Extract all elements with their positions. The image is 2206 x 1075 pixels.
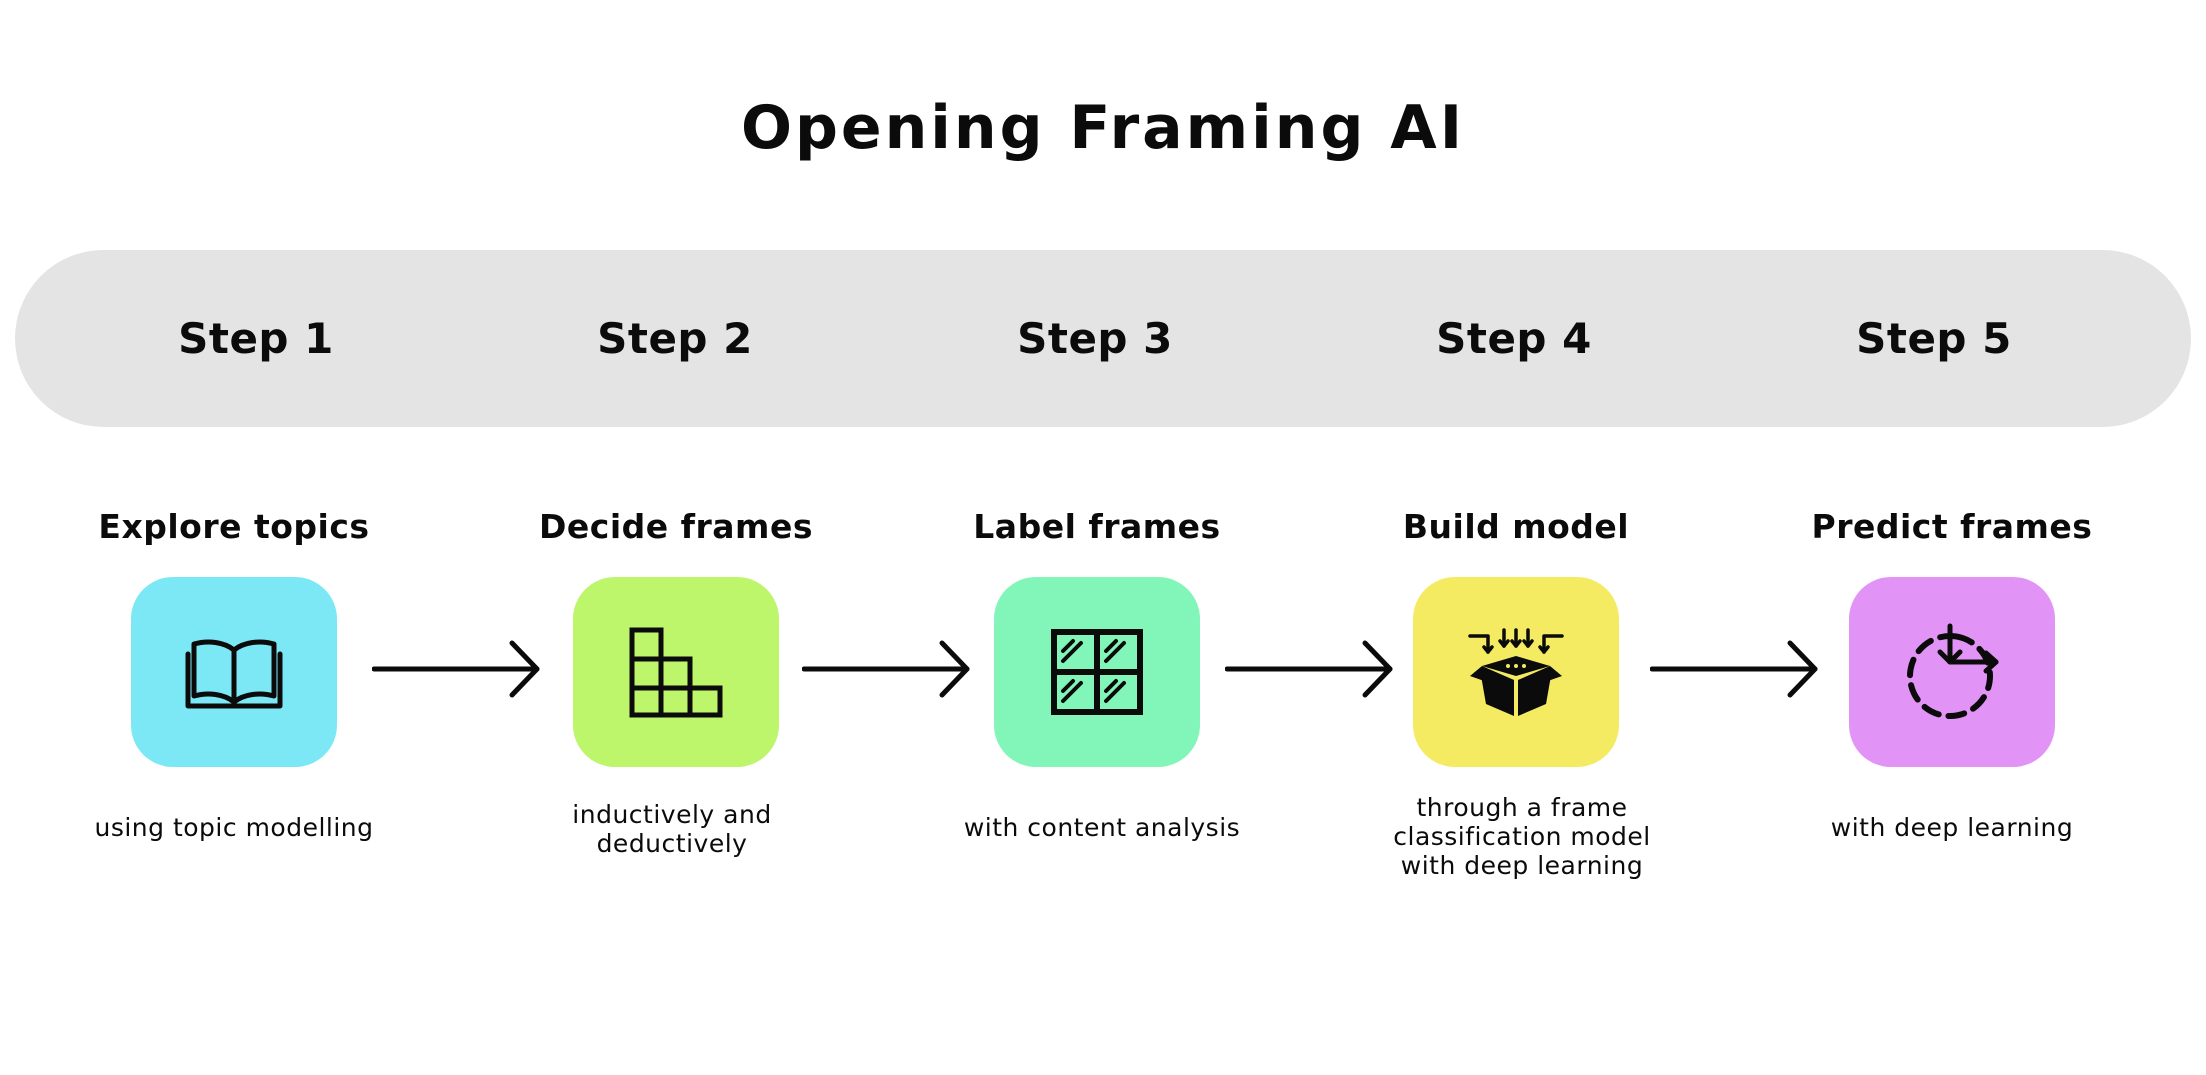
step-label-1: Step 1	[178, 314, 334, 363]
tile-decide-frames	[573, 577, 779, 767]
arrow-right-icon	[802, 640, 970, 698]
step-label-4: Step 4	[1436, 314, 1592, 363]
step-label-3: Step 3	[1017, 314, 1173, 363]
stacked-blocks-icon	[629, 627, 723, 718]
arrow-right-icon	[1225, 640, 1393, 698]
stage-title-decide-frames: Decide frames	[539, 507, 813, 546]
caption-label-frames: with content analysis	[963, 813, 1241, 842]
stage-title-predict-frames: Predict frames	[1811, 507, 2093, 546]
box-inputs-icon	[1468, 628, 1564, 716]
arrow-right-icon	[1650, 640, 1818, 698]
caption-explore-topics: using topic modelling	[94, 813, 374, 842]
tile-explore-topics	[131, 577, 337, 767]
stage-title-explore-topics: Explore topics	[98, 507, 370, 546]
dashed-cycle-icon	[1907, 623, 1999, 719]
stage-title-build-model: Build model	[1402, 507, 1630, 546]
caption-decide-frames: inductively and deductively	[572, 800, 772, 858]
tile-predict-frames	[1849, 577, 2055, 767]
page-title: Opening Framing AI	[740, 93, 1466, 163]
tile-build-model	[1413, 577, 1619, 767]
tile-label-frames	[994, 577, 1200, 767]
caption-predict-frames: with deep learning	[1830, 813, 2074, 842]
arrow-right-icon	[372, 640, 540, 698]
stage-title-label-frames: Label frames	[973, 507, 1221, 546]
steps-bar: Step 1 Step 2 Step 3 Step 4 Step 5	[15, 250, 2191, 427]
step-label-5: Step 5	[1856, 314, 2012, 363]
open-book-icon	[185, 639, 283, 709]
caption-build-model: through a frame classification model wit…	[1393, 793, 1651, 880]
step-label-2: Step 2	[597, 314, 753, 363]
window-grid-icon	[1051, 629, 1143, 715]
